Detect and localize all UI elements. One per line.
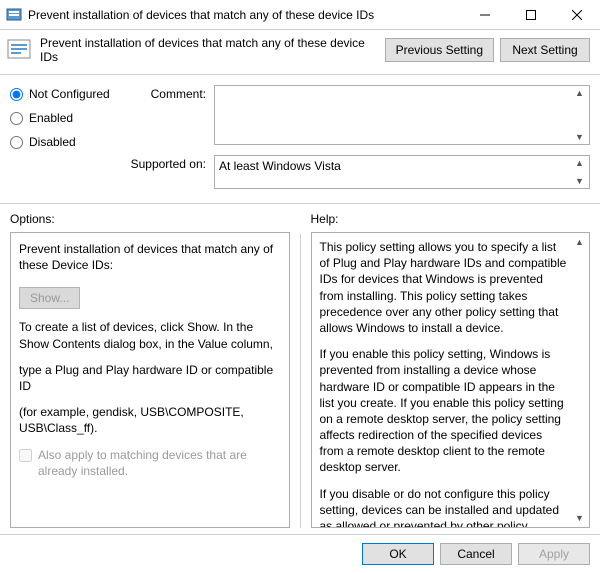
window-title: Prevent installation of devices that mat…	[28, 8, 462, 22]
ok-button[interactable]: OK	[362, 543, 434, 565]
help-p2: If you enable this policy setting, Windo…	[320, 346, 570, 476]
help-panel: ▲ ▼ This policy setting allows you to sp…	[311, 232, 591, 528]
minimize-button[interactable]	[462, 0, 508, 30]
help-column: Help: ▲ ▼ This policy setting allows you…	[301, 204, 600, 534]
options-intro: Prevent installation of devices that mat…	[19, 241, 281, 273]
scroll-down-icon[interactable]: ▼	[572, 513, 587, 523]
policy-icon	[6, 36, 34, 64]
footer: OK Cancel Apply	[0, 534, 600, 573]
options-header: Options:	[10, 212, 290, 226]
help-header: Help:	[311, 212, 591, 226]
supported-on-box: At least Windows Vista ▲ ▼	[214, 155, 590, 189]
lower-area: Options: Prevent installation of devices…	[0, 204, 600, 534]
scroll-up-icon[interactable]: ▲	[572, 237, 587, 247]
radio-disabled[interactable]: Disabled	[10, 135, 130, 149]
radio-disabled-label: Disabled	[29, 135, 76, 149]
radio-enabled-label: Enabled	[29, 111, 73, 125]
maximize-button[interactable]	[508, 0, 554, 30]
also-apply-check[interactable]: Also apply to matching devices that are …	[19, 447, 281, 479]
also-apply-checkbox[interactable]	[19, 449, 32, 462]
comment-label: Comment:	[130, 85, 214, 149]
radio-not-configured-label: Not Configured	[29, 87, 110, 101]
help-p1: This policy setting allows you to specif…	[320, 239, 570, 336]
options-column: Options: Prevent installation of devices…	[0, 204, 300, 534]
options-hint2: type a Plug and Play hardware ID or comp…	[19, 362, 281, 394]
app-icon	[6, 7, 22, 23]
comment-input[interactable]: ▲ ▼	[214, 85, 590, 145]
scroll-up-icon[interactable]: ▲	[572, 88, 587, 98]
options-hint3: (for example, gendisk, USB\COMPOSITE, US…	[19, 404, 281, 436]
scroll-down-icon[interactable]: ▼	[572, 132, 587, 142]
config-area: Not Configured Enabled Disabled Comment:…	[0, 75, 600, 204]
apply-button[interactable]: Apply	[518, 543, 590, 565]
policy-title: Prevent installation of devices that mat…	[40, 36, 379, 64]
show-button[interactable]: Show...	[19, 287, 80, 309]
radio-enabled[interactable]: Enabled	[10, 111, 130, 125]
cancel-button[interactable]: Cancel	[440, 543, 512, 565]
next-setting-button[interactable]: Next Setting	[500, 38, 590, 62]
supported-label: Supported on:	[130, 155, 214, 189]
scroll-down-icon[interactable]: ▼	[572, 176, 587, 186]
supported-on-value: At least Windows Vista	[219, 159, 341, 173]
close-button[interactable]	[554, 0, 600, 30]
also-apply-label: Also apply to matching devices that are …	[38, 447, 281, 479]
options-hint1: To create a list of devices, click Show.…	[19, 319, 281, 351]
options-panel: Prevent installation of devices that mat…	[10, 232, 290, 528]
scroll-up-icon[interactable]: ▲	[572, 158, 587, 168]
previous-setting-button[interactable]: Previous Setting	[385, 38, 494, 62]
title-bar: Prevent installation of devices that mat…	[0, 0, 600, 30]
sub-header: Prevent installation of devices that mat…	[0, 30, 600, 75]
radio-not-configured[interactable]: Not Configured	[10, 87, 130, 101]
state-radios: Not Configured Enabled Disabled	[10, 85, 130, 149]
help-p3: If you disable or do not configure this …	[320, 486, 570, 528]
